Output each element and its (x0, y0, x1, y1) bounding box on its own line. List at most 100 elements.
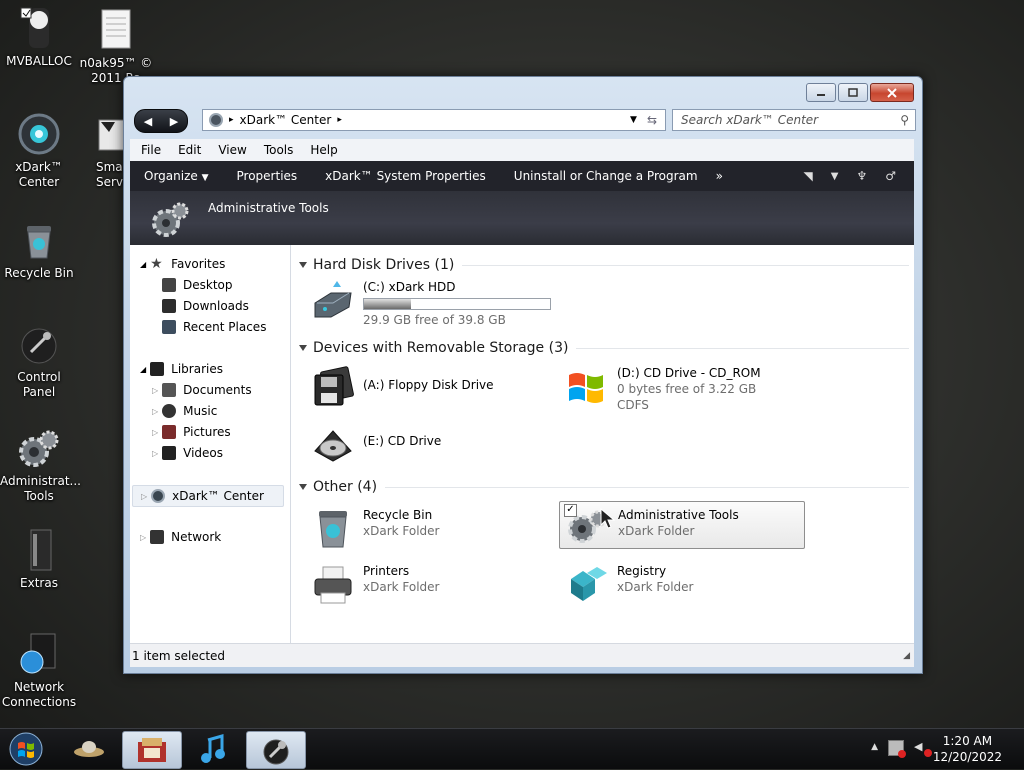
expand-arrow-icon: ▷ (140, 532, 147, 542)
menu-file[interactable]: File (130, 143, 167, 157)
help-icon[interactable]: ♂ (885, 169, 896, 183)
group-other[interactable]: Other (4) (299, 479, 909, 495)
menu-help[interactable]: Help (299, 143, 343, 157)
close-button[interactable] (870, 83, 914, 102)
drive-a[interactable]: (A:) Floppy Disk Drive (311, 365, 494, 409)
desktop-icon-control-panel[interactable]: Control Panel (0, 322, 78, 400)
star-icon: ★ (150, 256, 163, 272)
nav-favorites[interactable]: ◢ ★ Favorites (140, 257, 225, 271)
preview-pane-icon[interactable]: ♆ (856, 169, 867, 183)
menu-tools[interactable]: Tools (253, 143, 300, 157)
nav-desktop[interactable]: Desktop (162, 278, 233, 292)
ufo-icon (74, 741, 104, 757)
item-recycle-bin[interactable]: Recycle Bin xDark Folder (311, 507, 439, 551)
content-pane: Hard Disk Drives (1) (C:) xDark HDD 29.9… (291, 245, 914, 643)
network-icon (150, 530, 165, 544)
address-dropdown-icon[interactable]: ▼ (630, 115, 637, 125)
view-options-chevron-icon[interactable]: ▼ (831, 171, 839, 182)
minimize-button[interactable] (806, 83, 836, 102)
desktop-icon-label: Control Panel (17, 370, 61, 399)
network-status-icon[interactable] (888, 740, 906, 758)
drive-c-free-space: 29.9 GB free of 39.8 GB (363, 313, 506, 327)
desktop: MVBALLOC n0ak95™ © 2011 Ra xDark™ Center… (0, 0, 1024, 728)
more-commands-button[interactable]: » (712, 169, 727, 183)
videos-icon (162, 446, 177, 460)
refresh-icon[interactable]: ⇆ (647, 113, 657, 127)
group-title: Devices with Removable Storage (3) (313, 340, 569, 356)
item-administrative-tools[interactable]: ✓ Administrative Tools xDark Folder (559, 501, 805, 549)
view-controls: ◥ ▼ ♆ ♂ (804, 169, 914, 183)
item-printers-name: Printers (363, 564, 410, 578)
desktop-icon-n0ak95[interactable]: n0ak95™ © 2011 Ra (78, 8, 154, 86)
taskbar-archive-app[interactable] (122, 731, 182, 769)
desktop-icon-xdark-center[interactable]: xDark™ Center (0, 112, 78, 190)
nav-recent-places[interactable]: Recent Places (162, 320, 266, 334)
forward-button[interactable]: ▶ (161, 110, 187, 132)
desktop-icon-smart-services[interactable]: Sma Servi (78, 112, 128, 190)
taskbar-music-app[interactable] (184, 731, 242, 767)
group-hard-disk-drives[interactable]: Hard Disk Drives (1) (299, 257, 909, 273)
uninstall-program-button[interactable]: Uninstall or Change a Program (500, 169, 712, 183)
desktop-icon-extras[interactable]: Extras (0, 528, 78, 591)
taskbar-control-panel-app[interactable] (246, 731, 306, 769)
folder-icon (17, 528, 61, 572)
status-text: 1 item selected (132, 648, 226, 663)
desktop-icon-administrative-tools[interactable]: Administrat... Tools (0, 426, 81, 504)
recent-places-icon (162, 320, 176, 334)
volume-muted-icon[interactable]: ◀ (914, 740, 932, 757)
menu-edit[interactable]: Edit (167, 143, 207, 157)
properties-button[interactable]: Properties (223, 169, 312, 183)
item-registry[interactable]: Registry xDark Folder (565, 563, 693, 607)
change-view-icon[interactable]: ◥ (804, 169, 813, 183)
desktop-icon-network-connections[interactable]: Network Connections (0, 632, 78, 710)
downloads-folder-icon (162, 299, 176, 313)
desktop-icon-label: Administrat... Tools (0, 474, 81, 503)
selection-checkbox[interactable]: ✓ (564, 504, 577, 517)
caption-buttons (804, 83, 914, 102)
group-removable-storage[interactable]: Devices with Removable Storage (3) (299, 340, 909, 356)
taskbar-ufo-app[interactable] (60, 731, 118, 767)
address-bar[interactable]: ▸ xDark™ Center ▸ ▼ ⇆ (202, 109, 666, 131)
nav-xdark-center[interactable]: ▷ xDark™ Center (132, 485, 284, 507)
navigation-buttons: ◀ ▶ (134, 109, 188, 133)
nav-music[interactable]: ▷ Music (152, 404, 217, 418)
system-tray: ▲ ◀ (871, 740, 932, 758)
nav-downloads[interactable]: Downloads (162, 299, 249, 313)
resize-grip-icon[interactable]: ◢ (903, 651, 910, 661)
desktop-icon-mvballoc[interactable]: MVBALLOC (0, 6, 78, 69)
search-input[interactable]: Search xDark™ Center ⚲ (672, 109, 916, 131)
organize-button[interactable]: Organize ▼ (130, 169, 223, 183)
nav-documents[interactable]: ▷ Documents (152, 383, 252, 397)
item-printers[interactable]: Printers xDark Folder (311, 563, 439, 607)
admin-tools-icon (17, 426, 61, 470)
address-row: ◀ ▶ ▸ xDark™ Center ▸ ▼ ⇆ Search xDark™ … (132, 107, 916, 133)
nav-network[interactable]: ▷ Network (140, 530, 221, 544)
drive-c[interactable]: (C:) xDark HDD 29.9 GB free of 39.8 GB (311, 279, 551, 328)
nav-documents-label: Documents (183, 383, 252, 397)
back-button[interactable]: ◀ (135, 110, 161, 132)
system-properties-button[interactable]: xDark™ System Properties (311, 169, 500, 183)
nav-pictures[interactable]: ▷ Pictures (152, 425, 231, 439)
search-icon[interactable]: ⚲ (900, 113, 909, 127)
drive-e[interactable]: (E:) CD Drive (311, 421, 441, 465)
breadcrumb-separator-icon: ▸ (337, 115, 342, 125)
clock-time: 1:20 AM (942, 734, 993, 748)
group-collapse-icon (299, 262, 307, 268)
nav-videos[interactable]: ▷ Videos (152, 446, 223, 460)
drive-d[interactable]: (D:) CD Drive - CD_ROM 0 bytes free of 3… (565, 365, 761, 413)
show-hidden-icons-icon[interactable]: ▲ (871, 740, 878, 756)
organize-label: Organize (144, 169, 198, 183)
clock[interactable]: 1:20 AM 12/20/2022 (933, 733, 1002, 765)
drive-a-name: (A:) Floppy Disk Drive (363, 378, 494, 392)
menu-view[interactable]: View (207, 143, 252, 157)
expand-arrow-icon: ▷ (152, 385, 159, 395)
registry-icon (571, 567, 607, 601)
music-note-icon (201, 734, 225, 763)
breadcrumb-root[interactable]: xDark™ Center (240, 113, 332, 127)
desktop-icon-recycle-bin[interactable]: Recycle Bin (0, 218, 78, 281)
maximize-button[interactable] (838, 83, 868, 102)
start-button[interactable] (6, 731, 48, 767)
chevron-down-icon: ▼ (201, 173, 209, 183)
nav-libraries[interactable]: ◢ Libraries (140, 362, 223, 376)
desktop-icon-label: MVBALLOC (6, 54, 72, 68)
